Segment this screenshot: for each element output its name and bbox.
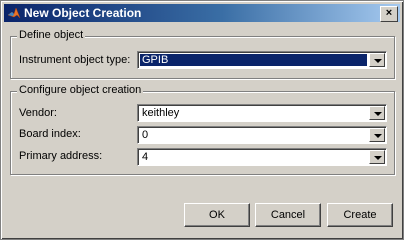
primary-address-select[interactable]: 4 <box>137 148 387 166</box>
define-object-group: Define object Instrument object type: GP… <box>10 29 395 79</box>
primary-address-value: 4 <box>142 151 149 163</box>
chevron-down-icon[interactable] <box>369 106 385 120</box>
configure-object-group: Configure object creation Vendor: keithl… <box>10 84 395 175</box>
instrument-type-value: GPIB <box>142 54 169 66</box>
chevron-down-icon[interactable] <box>369 150 385 164</box>
selection-highlight <box>140 54 367 66</box>
board-index-value: 0 <box>142 129 149 141</box>
configure-object-legend: Configure object creation <box>17 84 144 96</box>
instrument-type-label: Instrument object type: <box>19 54 131 66</box>
window-title: New Object Creation <box>24 6 142 20</box>
dialog-window: New Object Creation × Define object Inst… <box>0 0 404 240</box>
define-object-legend: Define object <box>17 29 86 41</box>
ok-button[interactable]: OK <box>184 203 250 227</box>
instrument-type-select[interactable]: GPIB <box>137 51 387 69</box>
vendor-select[interactable]: keithley <box>137 104 387 122</box>
title-bar[interactable]: New Object Creation × <box>4 4 400 22</box>
board-index-label: Board index: <box>19 128 81 140</box>
matlab-logo-icon <box>7 6 21 20</box>
cancel-button[interactable]: Cancel <box>255 203 321 227</box>
chevron-down-icon[interactable] <box>369 53 385 67</box>
primary-address-label: Primary address: <box>19 150 103 162</box>
vendor-value: keithley <box>142 107 180 119</box>
create-button[interactable]: Create <box>327 203 393 227</box>
chevron-down-icon[interactable] <box>369 128 385 142</box>
close-icon[interactable]: × <box>380 6 398 22</box>
board-index-select[interactable]: 0 <box>137 126 387 144</box>
vendor-label: Vendor: <box>19 107 57 119</box>
